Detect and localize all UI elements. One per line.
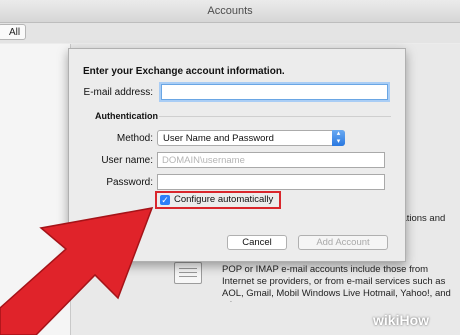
email-field[interactable] [161, 84, 388, 100]
cancel-button[interactable]: Cancel [227, 235, 287, 250]
username-field[interactable] [157, 152, 385, 168]
exchange-account-sheet: Enter your Exchange account information.… [68, 48, 406, 262]
section-divider [159, 116, 391, 117]
accounts-list[interactable] [0, 44, 71, 335]
select-arrows-icon: ▴ ▾ [332, 130, 345, 146]
method-label: Method: [116, 133, 153, 144]
toolbar: All [0, 23, 460, 43]
password-label: Password: [106, 177, 153, 188]
watermark-wiki: wiki [373, 312, 400, 328]
email-label: E-mail address: [83, 87, 153, 98]
add-account-button[interactable]: Add Account [298, 235, 388, 250]
watermark-how: How [399, 312, 430, 328]
sheet-heading: Enter your Exchange account information. [83, 66, 285, 77]
pop-imap-icon [174, 262, 202, 284]
authentication-heading: Authentication [95, 111, 158, 121]
configure-automatically-highlight[interactable]: ✓ Configure automatically [155, 191, 281, 209]
window-titlebar: Accounts [0, 0, 460, 23]
configure-automatically-label[interactable]: Configure automatically [174, 194, 273, 205]
show-all-button[interactable]: All [0, 24, 26, 40]
method-value: User Name and Password [163, 133, 274, 144]
window-title: Accounts [207, 5, 253, 17]
checkmark-icon[interactable]: ✓ [160, 195, 170, 205]
pop-imap-description: POP or IMAP e-mail accounts include thos… [222, 264, 451, 302]
wikihow-watermark: wikiHow [373, 312, 429, 328]
username-label: User name: [101, 155, 153, 166]
method-select[interactable]: User Name and Password ▴ ▾ [157, 130, 345, 146]
password-field[interactable] [157, 174, 385, 190]
